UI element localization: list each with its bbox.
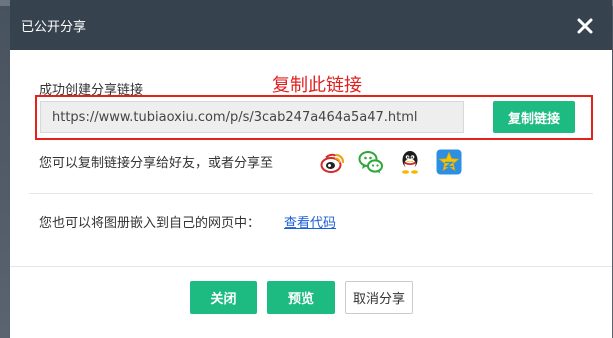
view-code-link[interactable]: 查看代码	[284, 212, 336, 231]
dialog-title: 已公开分享	[21, 20, 87, 35]
share-dialog: 已公开分享 成功创建分享链接 复制此链接 复制链接 您可以复制链接分享给好友，或…	[10, 0, 612, 338]
dialog-header: 已公开分享	[10, 0, 612, 50]
qq-icon[interactable]	[397, 149, 423, 175]
copy-link-button[interactable]: 复制链接	[493, 101, 575, 133]
close-button[interactable]: 关闭	[190, 281, 257, 314]
share-url-input[interactable]	[40, 101, 464, 133]
close-icon[interactable]	[576, 17, 594, 35]
weibo-icon[interactable]	[320, 149, 346, 175]
footer-divider	[10, 266, 612, 267]
preview-button[interactable]: 预览	[267, 281, 335, 314]
qzone-icon[interactable]	[436, 149, 462, 175]
wechat-icon[interactable]	[358, 149, 384, 175]
section-divider	[29, 193, 593, 194]
copy-annotation: 复制此链接	[272, 75, 362, 96]
share-to-label: 您可以复制链接分享给好友，或者分享至	[39, 156, 274, 171]
embed-label: 您也可以将图册嵌入到自己的网页中：	[39, 216, 261, 231]
cancel-share-button[interactable]: 取消分享	[345, 281, 413, 314]
